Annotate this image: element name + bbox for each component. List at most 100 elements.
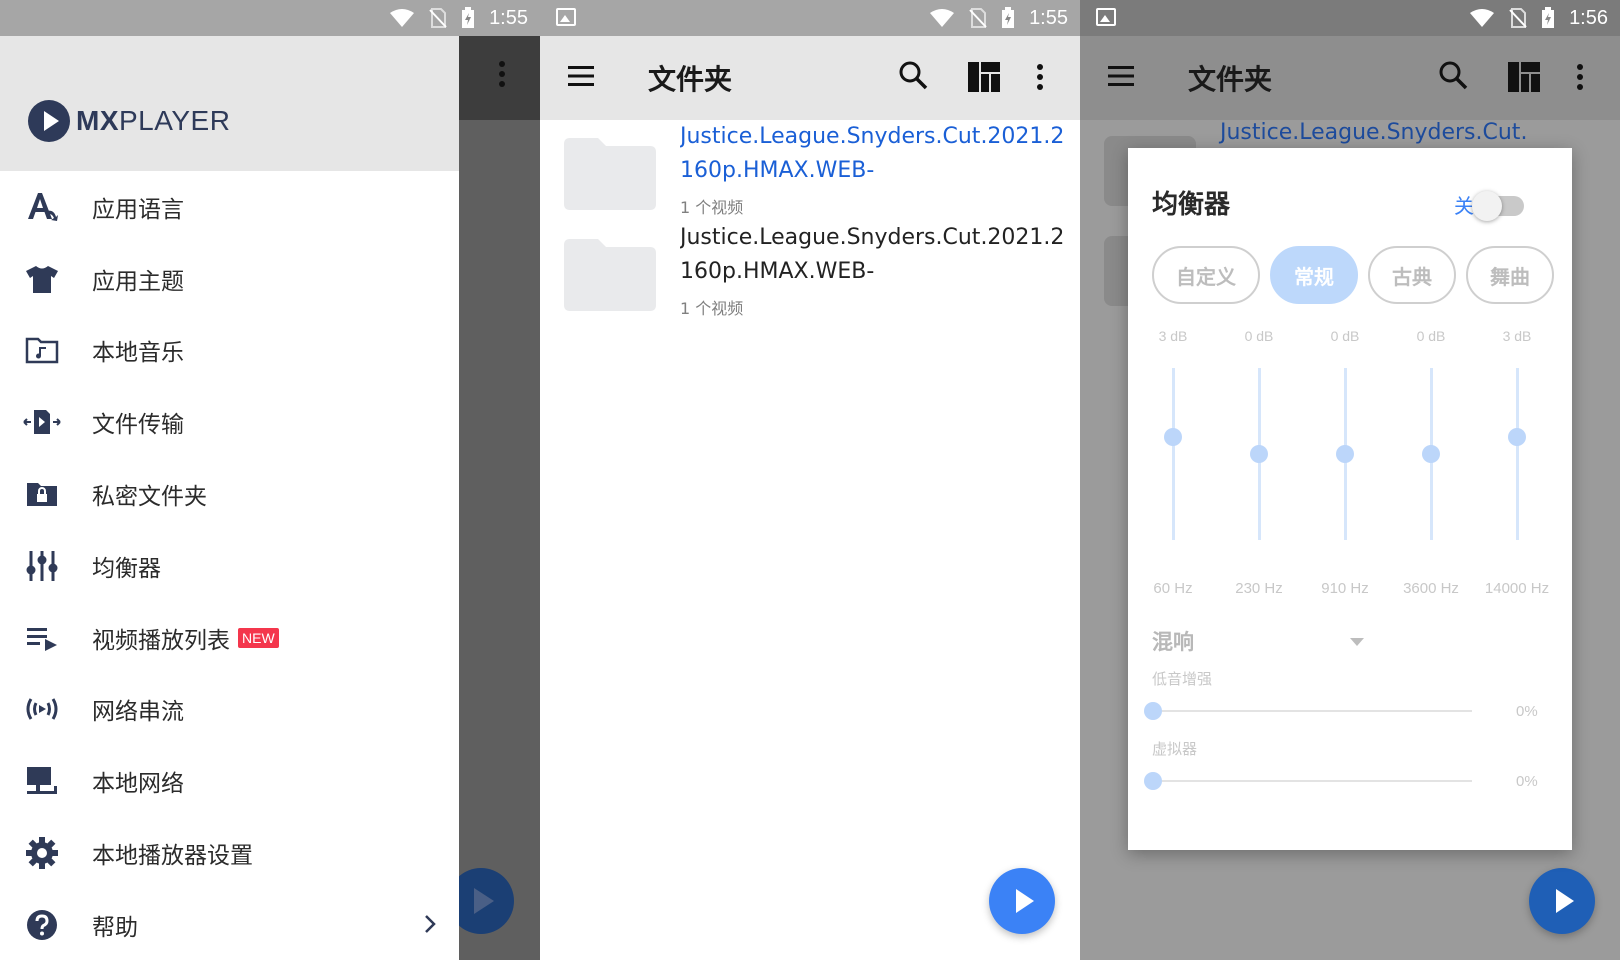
switch-state-label: 关 — [1454, 194, 1474, 218]
dialog-title: 均衡器 — [1152, 190, 1231, 220]
drawer-header: MXPLAYER — [0, 36, 459, 171]
eq-band-slider-knob[interactable] — [1508, 427, 1526, 446]
logo-play-icon — [28, 100, 70, 142]
preset-custom[interactable]: 自定义 — [1152, 246, 1260, 304]
eq-band-slider-track[interactable] — [1516, 368, 1519, 540]
menu-item-local-player-settings[interactable]: 本地播放器设置 — [0, 817, 459, 889]
eq-band: 0 dB 3600 Hz — [1386, 328, 1476, 598]
menu-icon[interactable] — [568, 64, 594, 88]
eq-band-slider-knob[interactable] — [1422, 445, 1440, 463]
folder-name: Justice.League.Snyders.Cut.2021.2160p.HM… — [680, 124, 1065, 183]
no-sim-icon — [969, 8, 987, 28]
menu-item-label: 帮助 — [92, 914, 138, 941]
no-sim-icon — [429, 8, 447, 28]
eq-band-gain-label: 0 dB — [1244, 328, 1274, 344]
drawer-menu: 应用语言 应用主题 本地音乐 文件传输 私密文件夹 均衡器 视频播放列表 NEW… — [0, 171, 459, 960]
reverb-dropdown[interactable]: 混响 — [1152, 626, 1194, 656]
menu-item-private-folder[interactable]: 私密文件夹 — [0, 458, 459, 530]
virtualizer-slider[interactable] — [1144, 772, 1472, 790]
status-bar: 1:56 — [1080, 0, 1620, 36]
play-fab[interactable] — [1529, 868, 1595, 934]
menu-item-help[interactable]: 帮助 — [0, 889, 459, 960]
more-vert-icon[interactable] — [1576, 62, 1584, 92]
bass-boost-slider-knob[interactable] — [1144, 702, 1162, 720]
playlist-icon — [20, 616, 64, 660]
folder-name: Justice.League.Snyders.Cut. — [1220, 120, 1528, 145]
page-title: 文件夹 — [1188, 63, 1273, 96]
file-transfer-icon — [20, 400, 64, 444]
folder-list-item[interactable]: Justice.League.Snyders.Cut.2021.2160p.HM… — [540, 221, 1080, 321]
equalizer-bands: 3 dB 60 Hz 0 dB 230 Hz 0 dB 910 Hz 0 dB 3600 Hz… — [1128, 328, 1572, 598]
equalizer-icon — [20, 544, 64, 588]
eq-band-gain-label: 3 dB — [1502, 328, 1532, 344]
no-sim-icon — [1509, 8, 1527, 28]
folder-video-count: 1 个视频 — [680, 198, 744, 217]
eq-band-gain-label: 3 dB — [1158, 328, 1188, 344]
network-icon — [20, 759, 64, 803]
status-bar: 1:55 — [540, 0, 1080, 36]
menu-item-label: 均衡器 — [92, 555, 161, 582]
view-layout-icon[interactable] — [1508, 62, 1540, 92]
preset-chips: 自定义 常规 古典 舞曲 — [1152, 246, 1554, 304]
preset-normal[interactable]: 常规 — [1270, 246, 1358, 304]
view-layout-icon[interactable] — [968, 62, 1000, 92]
eq-band: 0 dB 230 Hz — [1214, 328, 1304, 598]
menu-item-label: 本地播放器设置 — [92, 843, 253, 870]
drawer-screen: 1:55 MXPLAYER 应用语言 应用主题 本地音乐 文件传输 私密文件夹 … — [0, 0, 540, 960]
more-vert-icon[interactable] — [1036, 62, 1044, 92]
equalizer-dialog: 均衡器 关 自定义 常规 古典 舞曲 3 dB 60 Hz 0 dB 230 Hz 0 … — [1128, 148, 1572, 850]
lock-folder-icon — [20, 472, 64, 516]
menu-item-local-network[interactable]: 本地网络 — [0, 745, 459, 817]
folder-icon — [564, 239, 656, 311]
menu-item-app-language[interactable]: 应用语言 — [0, 171, 459, 243]
folder-video-count: 1 个视频 — [680, 299, 744, 318]
page-title: 文件夹 — [648, 63, 733, 96]
eq-band-slider-track[interactable] — [1172, 368, 1175, 540]
mx-player-logo: MXPLAYER — [28, 100, 230, 142]
menu-item-app-theme[interactable]: 应用主题 — [0, 243, 459, 315]
eq-band-slider-knob[interactable] — [1250, 445, 1268, 463]
play-fab[interactable] — [989, 868, 1055, 934]
more-vert-icon[interactable] — [498, 60, 506, 88]
eq-band-gain-label: 0 dB — [1330, 328, 1360, 344]
folders-screen: 1:55 文件夹 Justice.League.Snyders.Cut.2021… — [540, 0, 1080, 960]
menu-item-label: 私密文件夹 — [92, 484, 207, 511]
virtualizer-slider-knob[interactable] — [1144, 772, 1162, 790]
eq-band: 0 dB 910 Hz — [1300, 328, 1390, 598]
menu-item-file-transfer[interactable]: 文件传输 — [0, 386, 459, 458]
equalizer-screen: 1:56 文件夹 Justice.League.Snyders.Cut. 均衡器… — [1080, 0, 1620, 960]
eq-band-slider-knob[interactable] — [1164, 427, 1182, 446]
gear-icon — [20, 831, 64, 875]
eq-band-frequency-label: 3600 Hz — [1403, 580, 1459, 597]
bass-boost-label: 低音增强 — [1152, 670, 1213, 688]
search-icon[interactable] — [898, 60, 928, 90]
battery-charging-icon — [1542, 7, 1555, 28]
new-badge: NEW — [238, 627, 279, 648]
preset-classical[interactable]: 古典 — [1368, 246, 1456, 304]
image-notification-icon — [556, 8, 576, 26]
battery-charging-icon — [462, 7, 475, 28]
menu-item-label: 应用语言 — [92, 196, 184, 223]
equalizer-toggle[interactable] — [1472, 191, 1524, 221]
menu-item-video-playlist[interactable]: 视频播放列表 NEW — [0, 602, 459, 674]
search-icon[interactable] — [1438, 60, 1468, 90]
menu-item-network-stream[interactable]: 网络串流 — [0, 674, 459, 746]
dropdown-caret-icon — [1350, 638, 1364, 646]
menu-item-local-music[interactable]: 本地音乐 — [0, 315, 459, 387]
eq-band-slider-knob[interactable] — [1336, 445, 1354, 463]
eq-band: 3 dB 60 Hz — [1128, 328, 1218, 598]
folder-list-item[interactable]: Justice.League.Snyders.Cut.2021.2160p.HM… — [540, 120, 1080, 220]
status-time: 1:55 — [489, 6, 528, 29]
bass-boost-slider[interactable] — [1144, 702, 1472, 720]
menu-item-label: 视频播放列表 — [92, 627, 230, 654]
logo-text: MXPLAYER — [76, 105, 231, 136]
image-notification-icon — [1096, 8, 1116, 26]
eq-band-frequency-label: 230 Hz — [1235, 580, 1283, 597]
menu-item-equalizer[interactable]: 均衡器 — [0, 530, 459, 602]
menu-icon[interactable] — [1108, 64, 1134, 88]
preset-dance[interactable]: 舞曲 — [1466, 246, 1554, 304]
translate-icon — [20, 185, 64, 229]
virtualizer-label: 虚拟器 — [1152, 740, 1198, 758]
stream-icon — [20, 687, 64, 731]
menu-item-label: 应用主题 — [92, 268, 184, 295]
